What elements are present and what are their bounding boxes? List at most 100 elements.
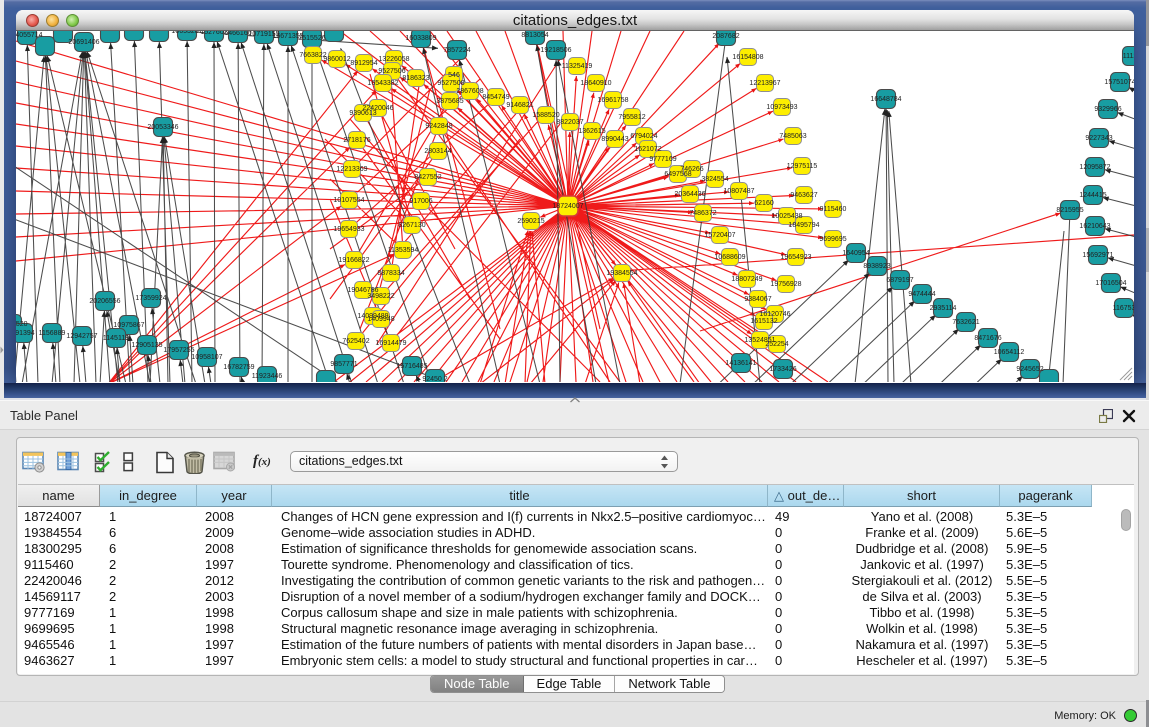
svg-text:1362615: 1362615 <box>578 128 605 135</box>
svg-text:17359924: 17359924 <box>135 295 166 302</box>
svg-text:9463627: 9463627 <box>790 192 817 199</box>
svg-text:12942757: 12942757 <box>66 333 97 340</box>
svg-text:10958107: 10958107 <box>191 354 222 361</box>
svg-text:9242848: 9242848 <box>425 123 452 130</box>
svg-text:17957255: 17957255 <box>163 347 194 354</box>
svg-text:8454749: 8454749 <box>482 94 509 101</box>
svg-text:19384554: 19384554 <box>606 270 637 277</box>
svg-text:19218506: 19218506 <box>540 47 571 54</box>
svg-text:16543382: 16543382 <box>367 80 398 87</box>
svg-text:10807487: 10807487 <box>723 188 754 195</box>
svg-text:10975867: 10975867 <box>113 322 144 329</box>
svg-text:9329966: 9329966 <box>1094 106 1121 113</box>
svg-text:16782759: 16782759 <box>223 364 254 371</box>
svg-text:10973493: 10973493 <box>766 104 797 111</box>
svg-text:8912954: 8912954 <box>350 60 377 67</box>
svg-text:20364436: 20364436 <box>674 191 705 198</box>
svg-text:8215955: 8215955 <box>1056 207 1083 214</box>
svg-text:1156889: 1156889 <box>39 330 66 337</box>
svg-text:9857771: 9857771 <box>330 361 357 368</box>
svg-text:10107554: 10107554 <box>333 197 364 204</box>
svg-text:917006: 917006 <box>409 198 432 205</box>
svg-text:1733426: 1733426 <box>769 366 796 373</box>
svg-text:7955812: 7955812 <box>618 114 645 121</box>
svg-text:20053346: 20053346 <box>147 124 178 131</box>
svg-text:62160: 62160 <box>754 200 774 207</box>
svg-text:8267130: 8267130 <box>398 222 425 229</box>
svg-text:8813054: 8813054 <box>521 32 548 39</box>
svg-text:7486372: 7486372 <box>689 210 716 217</box>
svg-text:9390613: 9390613 <box>349 110 376 117</box>
svg-text:14055714: 14055714 <box>16 32 43 39</box>
svg-text:8822037: 8822037 <box>556 119 583 126</box>
svg-text:546: 546 <box>448 72 460 79</box>
svg-text:1588520: 1588520 <box>532 112 559 119</box>
svg-text:16154808: 16154808 <box>732 54 763 61</box>
svg-text:2590215: 2590215 <box>517 218 544 225</box>
svg-text:9527508: 9527508 <box>437 80 464 87</box>
svg-text:252254: 252254 <box>765 341 788 348</box>
svg-text:16033809: 16033809 <box>405 35 436 42</box>
svg-text:19756928: 19756928 <box>770 281 801 288</box>
svg-text:19654933: 19654933 <box>333 226 364 233</box>
svg-text:12095872: 12095872 <box>1079 164 1110 171</box>
svg-text:7857224: 7857224 <box>443 47 470 54</box>
svg-text:1615132: 1615132 <box>750 318 777 325</box>
svg-text:9115460: 9115460 <box>820 206 847 213</box>
svg-text:2803144: 2803144 <box>424 148 451 155</box>
svg-text:16648784: 16648784 <box>870 96 901 103</box>
svg-text:10653287: 10653287 <box>171 31 202 35</box>
svg-text:7632621: 7632621 <box>952 319 979 326</box>
svg-text:11325419: 11325419 <box>562 63 593 70</box>
svg-text:6794024: 6794024 <box>630 133 657 140</box>
svg-text:8186323: 8186323 <box>402 75 429 82</box>
svg-text:8471676: 8471676 <box>974 335 1001 342</box>
svg-text:2718176: 2718176 <box>343 137 370 144</box>
svg-text:8427552: 8427552 <box>414 174 441 181</box>
svg-text:15720407: 15720407 <box>704 232 735 239</box>
svg-text:9860012: 9860012 <box>323 56 350 63</box>
svg-text:92450 2: 92450 2 <box>422 376 447 382</box>
svg-text:11353594: 11353594 <box>388 247 419 254</box>
svg-text:10025438: 10025438 <box>771 213 802 220</box>
svg-text:15692971: 15692971 <box>1082 252 1113 259</box>
svg-text:7485063: 7485063 <box>779 133 806 140</box>
svg-text:11923446: 11923446 <box>252 373 283 380</box>
svg-text:9227343: 9227343 <box>1085 135 1112 142</box>
svg-text:8990443: 8990443 <box>601 136 628 143</box>
svg-text:8938923: 8938923 <box>863 263 890 270</box>
svg-text:1244415: 1244415 <box>1079 192 1106 199</box>
svg-text:20206556: 20206556 <box>89 298 120 305</box>
svg-text:14136141: 14136141 <box>725 360 756 367</box>
svg-text:8878334: 8878334 <box>377 270 404 277</box>
svg-text:16961758: 16961758 <box>597 97 628 104</box>
svg-text:9777169: 9777169 <box>649 156 676 163</box>
svg-text:12905135: 12905135 <box>131 342 162 349</box>
svg-text:2867608: 2867608 <box>456 88 483 95</box>
svg-text:2087682: 2087682 <box>712 33 739 40</box>
svg-text:2935114: 2935114 <box>930 305 957 312</box>
svg-text:10688609: 10688609 <box>714 254 745 261</box>
svg-text:18807249: 18807249 <box>731 276 762 283</box>
svg-text:20691406: 20691406 <box>68 39 99 46</box>
svg-text:7515526: 7515526 <box>298 35 325 42</box>
svg-text:1621072: 1621072 <box>634 146 661 153</box>
svg-text:3875685: 3875685 <box>436 98 463 105</box>
svg-text:7625402: 7625402 <box>342 338 369 345</box>
svg-text:6879197: 6879197 <box>886 277 913 284</box>
svg-text:15751074: 15751074 <box>1104 79 1134 86</box>
svg-text:16120746: 16120746 <box>759 311 790 318</box>
svg-text:9699695: 9699695 <box>819 236 846 243</box>
svg-text:1145119: 1145119 <box>103 335 129 342</box>
svg-text:9384067: 9384067 <box>744 296 771 303</box>
svg-text:3824554: 3824554 <box>701 176 728 183</box>
svg-text:19654923: 19654923 <box>780 254 811 261</box>
svg-text:18495794: 18495794 <box>788 222 819 229</box>
svg-text:12213369: 12213369 <box>336 166 367 173</box>
svg-text:746266: 746266 <box>680 166 703 173</box>
svg-text:1640954: 1640954 <box>842 250 869 257</box>
svg-text:12975115: 12975115 <box>787 163 818 170</box>
svg-text:18640910: 18640910 <box>580 80 611 87</box>
svg-text:11123: 11123 <box>1123 53 1134 60</box>
svg-text:12213967: 12213967 <box>749 80 780 87</box>
